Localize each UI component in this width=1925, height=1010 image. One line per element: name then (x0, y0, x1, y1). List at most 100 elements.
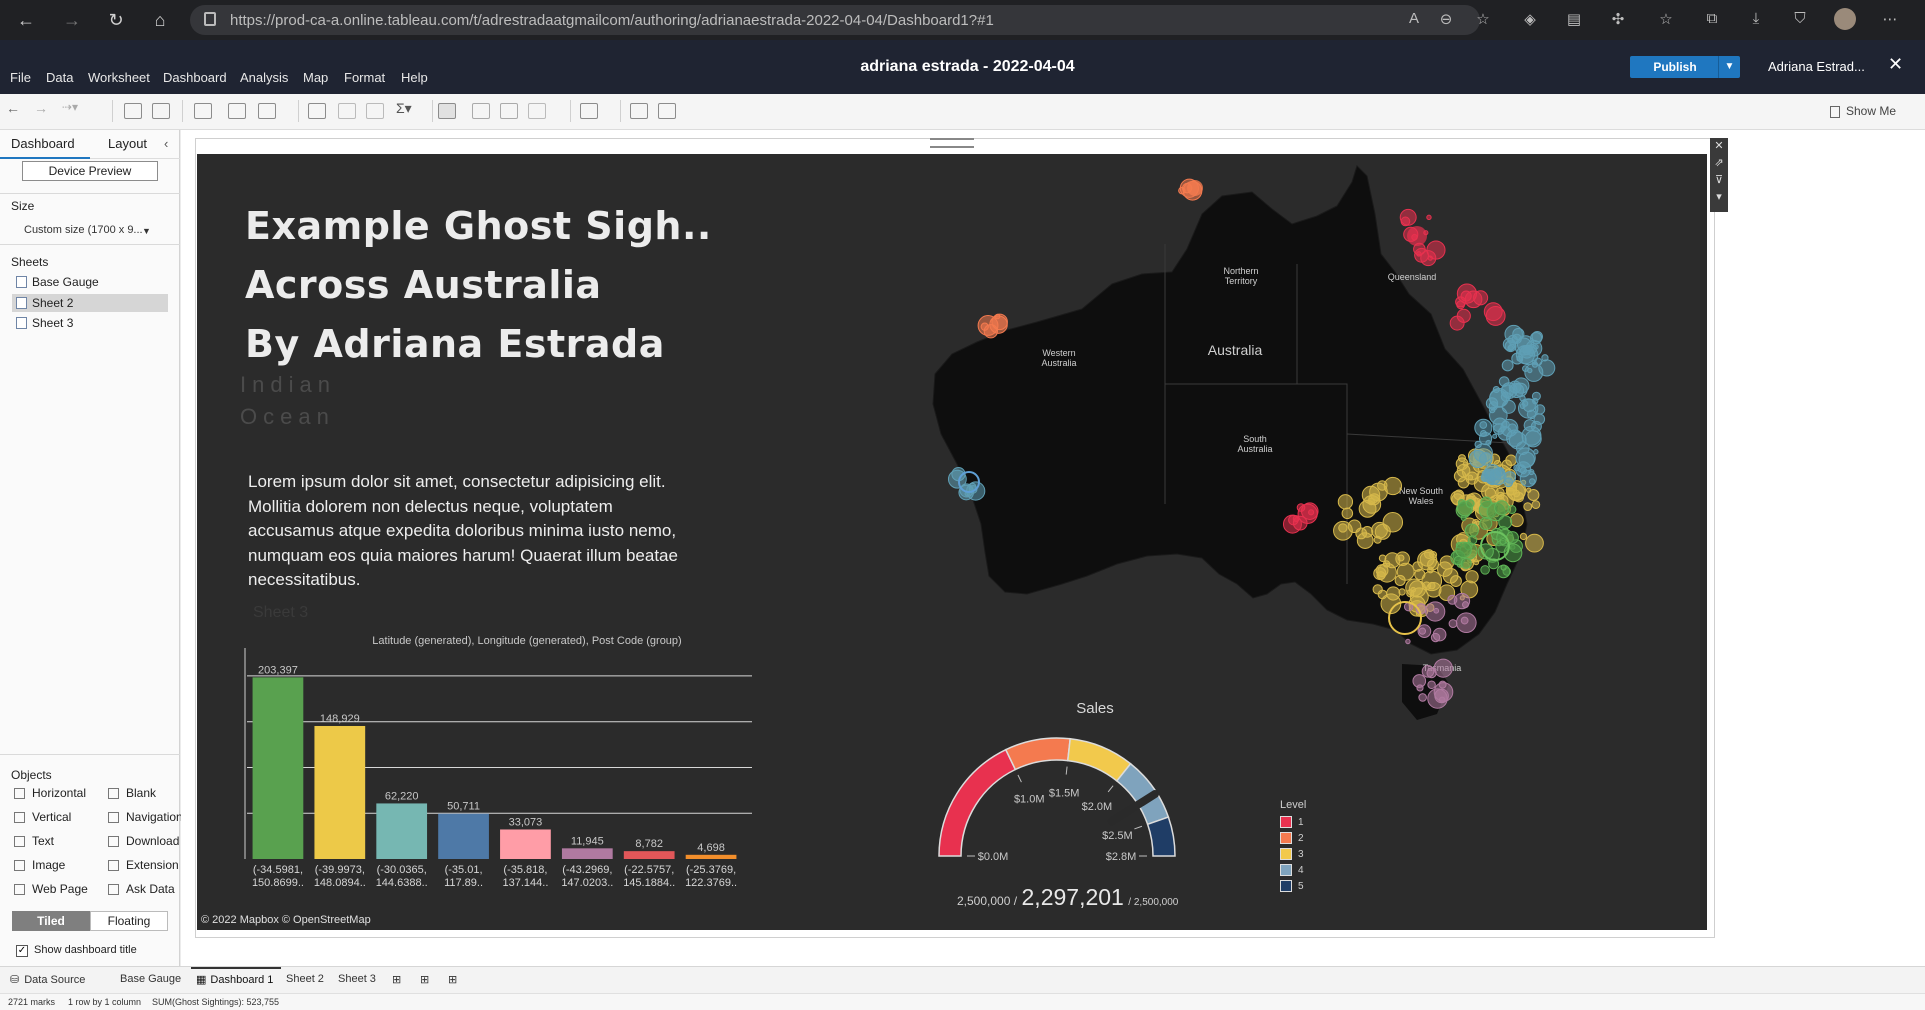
sighting-bubble[interactable] (1449, 315, 1465, 331)
sighting-bubble[interactable] (1386, 586, 1401, 601)
sighting-bubble[interactable] (1531, 361, 1539, 368)
sighting-bubble[interactable] (1467, 535, 1478, 545)
map-attribution[interactable]: © 2022 Mapbox © OpenStreetMap (201, 914, 371, 926)
sheet-item-sheet-2[interactable]: Sheet 2 (12, 294, 168, 312)
address-bar[interactable]: https://prod-ca-a.online.tableau.com/t/a… (190, 5, 1480, 35)
sighting-bubble[interactable] (1356, 532, 1374, 549)
sighting-bubble[interactable] (1465, 499, 1475, 508)
read-aloud-icon[interactable]: A (1404, 10, 1424, 30)
undo-icon[interactable]: ← (6, 100, 24, 116)
sighting-bubble[interactable] (1394, 574, 1406, 586)
sighting-bubble[interactable] (1427, 255, 1433, 261)
close-icon[interactable]: ✕ (1888, 54, 1903, 75)
sighting-bubble[interactable] (1533, 344, 1539, 350)
tab-dashboard-1[interactable]: ▦ Dashboard 1 (196, 973, 273, 986)
sighting-bubble[interactable] (1372, 584, 1383, 595)
sighting-bubble[interactable] (1453, 469, 1467, 483)
sighting-bubble[interactable] (1397, 554, 1405, 562)
arrow-right-icon[interactable]: → (54, 4, 90, 36)
sheet-item-base-gauge[interactable]: Base Gauge (12, 273, 168, 291)
bar[interactable] (500, 829, 551, 859)
sighting-bubble[interactable] (1464, 523, 1479, 538)
redo-icon[interactable]: → (34, 100, 52, 116)
object-navigation[interactable]: Navigation (108, 810, 183, 824)
sighting-bubble[interactable] (1507, 423, 1518, 433)
sighting-bubble[interactable] (1337, 494, 1354, 510)
bar[interactable] (314, 725, 366, 859)
tab-layout[interactable]: Layout (108, 136, 147, 151)
sighting-bubble[interactable] (1503, 477, 1514, 488)
new-worksheet-icon[interactable]: ⊞ (392, 973, 401, 986)
arrow-left-icon[interactable]: ← (8, 4, 44, 36)
sighting-bubble[interactable] (1418, 693, 1427, 702)
show-title-checkbox[interactable]: ✓ (16, 945, 28, 957)
sighting-bubble[interactable] (1433, 607, 1440, 614)
sighting-bubble[interactable] (1525, 533, 1544, 553)
new-dashboard-icon[interactable]: ⊞ (420, 973, 429, 986)
filter-icon[interactable]: ⊽ (1710, 172, 1728, 189)
bar[interactable] (561, 848, 613, 859)
new-story-icon[interactable]: ⊞ (448, 973, 457, 986)
sighting-bubble[interactable] (1523, 502, 1533, 512)
replay-icon[interactable]: ⇢▾ (62, 100, 80, 116)
gauge-band[interactable] (1146, 816, 1176, 857)
go-to-sheet-icon[interactable]: ⇗ (1710, 155, 1728, 172)
sighting-bubble[interactable] (1534, 404, 1546, 415)
sighting-bubble[interactable] (1368, 493, 1381, 506)
sighting-bubble[interactable] (1512, 327, 1525, 341)
sighting-bubble[interactable] (1492, 467, 1506, 481)
sighting-bubble[interactable] (1480, 430, 1487, 437)
tooltip-icon[interactable] (630, 103, 648, 119)
sighting-bubble[interactable] (1460, 515, 1467, 521)
highlight-icon[interactable] (438, 103, 456, 119)
tab-data-source[interactable]: ⛁ Data Source (10, 973, 85, 986)
tabs-icon[interactable]: ▤ (1564, 10, 1584, 30)
sighting-bubble[interactable] (1455, 457, 1469, 471)
object-text[interactable]: Text (14, 834, 54, 848)
bar[interactable] (376, 803, 428, 859)
annotate-icon[interactable] (500, 103, 518, 119)
object-ask-data[interactable]: Ask Data (108, 882, 175, 896)
publish-dropdown-icon[interactable]: ▼ (1718, 56, 1740, 78)
sighting-bubble[interactable] (1494, 500, 1510, 516)
sighting-bubble[interactable] (1474, 440, 1482, 449)
sales-gauge[interactable]: $0.0M $1.0M $1.5M$2.0M $2.5M $2.8M (897, 714, 1217, 884)
sighting-bubble[interactable] (1425, 581, 1442, 598)
drag-handle[interactable] (930, 138, 974, 148)
zoom-icon[interactable]: ⊖ (1436, 10, 1456, 30)
sighting-bubble[interactable] (1483, 302, 1503, 322)
sighting-bubble[interactable] (1416, 251, 1422, 257)
sighting-bubble[interactable] (1405, 638, 1411, 645)
sighting-bubble[interactable] (1465, 570, 1479, 584)
sighting-bubble[interactable] (1383, 476, 1403, 496)
sighting-bubble[interactable] (1453, 592, 1471, 610)
sighting-bubble[interactable] (1485, 439, 1492, 446)
sighting-bubble[interactable] (1519, 344, 1534, 359)
sighting-bubble[interactable] (1448, 619, 1458, 629)
sighting-bubble[interactable] (1531, 500, 1541, 510)
tab-dashboard[interactable]: Dashboard (11, 136, 75, 151)
sighting-bubble[interactable] (1541, 354, 1549, 362)
sighting-bubble[interactable] (1531, 330, 1543, 343)
sighting-bubble[interactable] (1480, 565, 1490, 575)
fit-icon[interactable] (528, 103, 546, 119)
tiled-toggle[interactable]: Tiled (12, 911, 90, 931)
sighting-bubble[interactable] (1416, 684, 1424, 692)
bar-chart[interactable]: 203,397 (-34.5981,150.8699.. 148,929 (-39.9… (237, 644, 757, 924)
user-menu[interactable]: Adriana Estrad... (1768, 59, 1865, 74)
sighting-bubble[interactable] (1456, 283, 1478, 304)
home-icon[interactable]: ⌂ (142, 4, 178, 36)
sighting-bubble[interactable] (1519, 467, 1527, 475)
sighting-bubble[interactable] (1455, 612, 1477, 634)
sighting-bubble[interactable] (1450, 575, 1462, 588)
sighting-bubble[interactable] (1427, 566, 1434, 574)
close-icon[interactable]: ✕ (1710, 138, 1728, 155)
legend-item[interactable]: 3 (1280, 848, 1304, 862)
sighting-bubble[interactable] (1509, 513, 1524, 528)
sighting-bubble[interactable] (1500, 564, 1507, 571)
chevron-left-icon[interactable]: ‹ (164, 136, 168, 151)
sighting-bubble[interactable] (1417, 550, 1438, 571)
bar[interactable] (685, 854, 737, 859)
more-options-icon[interactable]: ▾ (1710, 189, 1728, 206)
sighting-bubble[interactable] (1521, 400, 1529, 407)
